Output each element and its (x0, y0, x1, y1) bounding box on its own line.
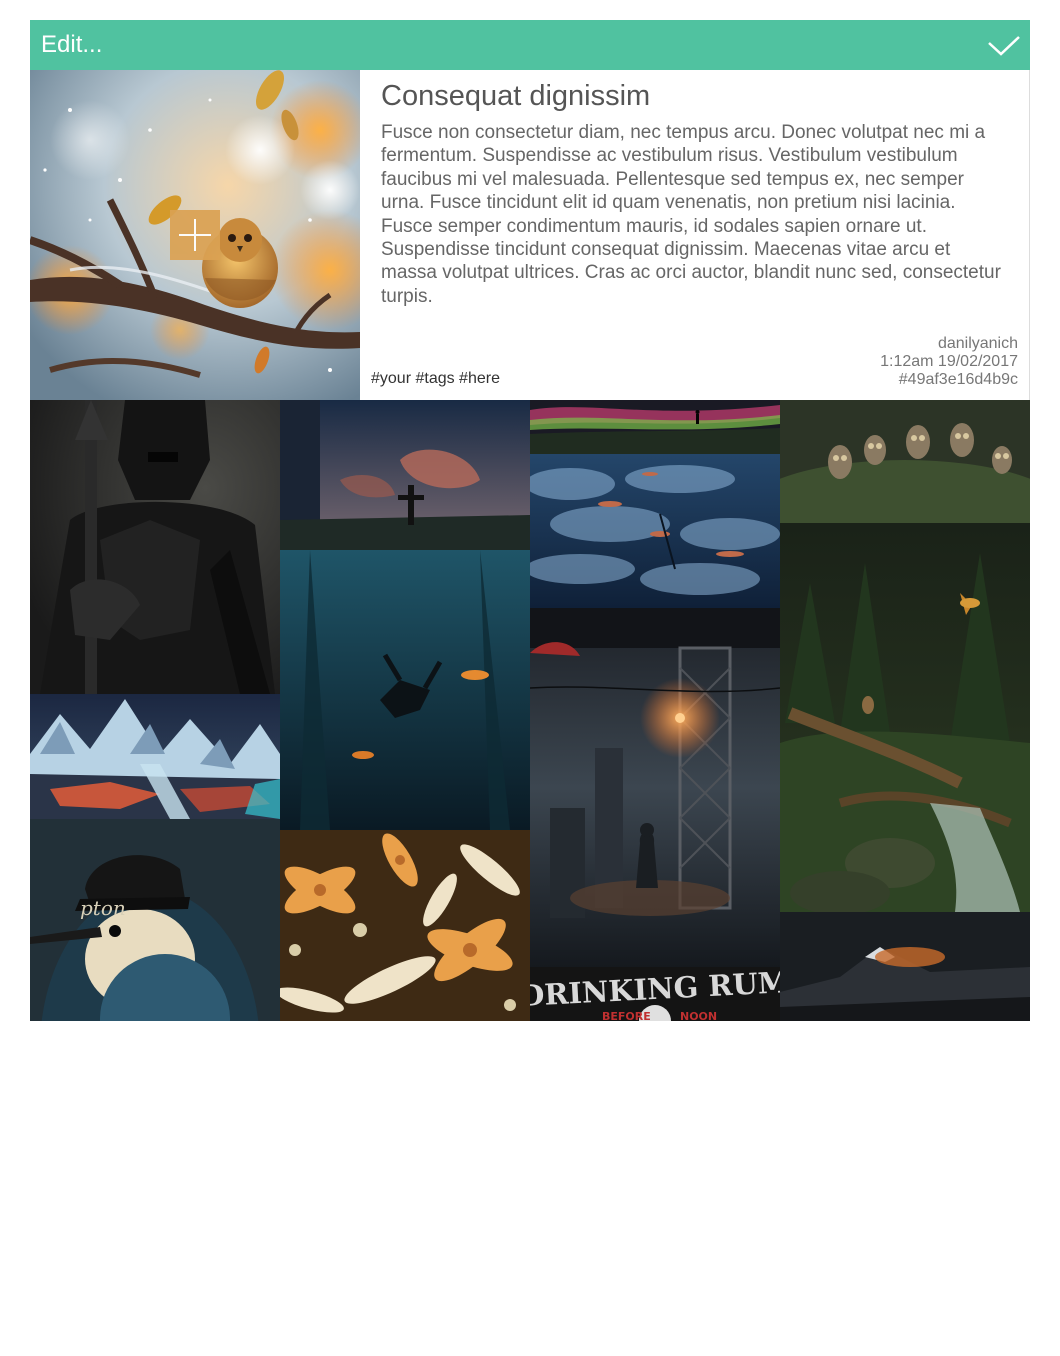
gallery-tile-rainy-city[interactable] (530, 608, 780, 967)
gallery-tile-forest-stream[interactable] (780, 523, 1030, 912)
post-title[interactable]: Consequat dignissim (381, 80, 650, 113)
edit-header: Edit... (30, 20, 1030, 70)
gallery-tile-aurora-horizon[interactable] (530, 400, 780, 454)
cover-image (30, 70, 360, 400)
add-image-button[interactable] (170, 210, 220, 260)
gallery-tile-owls[interactable] (780, 400, 1030, 523)
post-author: danilyanich (937, 335, 1018, 352)
image-gallery: pton DRINKING RUM BEFORE NOON (30, 400, 1030, 1021)
post-description[interactable]: Fusce non consectetur diam, nec tempus a… (381, 121, 1009, 308)
gallery-tile-arctic-lake[interactable] (30, 694, 280, 819)
card-body: Consequat dignissim Fusce non consectetu… (371, 70, 1018, 400)
gallery-tile-cloud-sea[interactable] (530, 454, 780, 608)
post-hash: #49af3e16d4b9c (898, 371, 1018, 388)
gallery-tile-drinking-rum-poster[interactable]: DRINKING RUM BEFORE NOON (530, 967, 780, 1021)
poster-left-text: BEFORE (602, 1010, 651, 1021)
edit-panel: Edit... Consequat dignissim Fusce non co… (30, 20, 1030, 1021)
post-meta: danilyanich 1:12am 19/02/2017 #49af3e16d… (880, 335, 1018, 389)
gallery-tile-bird-with-cap[interactable]: pton (30, 819, 280, 1021)
post-tags[interactable]: #your #tags #here (371, 370, 500, 388)
poster-right-text: NOON (680, 1010, 717, 1021)
gallery-tile-lily-pattern[interactable] (280, 830, 530, 1021)
gallery-tile-underwater-diver[interactable] (280, 400, 530, 830)
plus-icon (179, 219, 211, 251)
cap-text: pton (80, 896, 126, 920)
post-timestamp: 1:12am 19/02/2017 (880, 353, 1018, 370)
checkmark-icon (988, 36, 1020, 56)
gallery-tile-volcano[interactable] (780, 912, 1030, 1021)
post-card: Consequat dignissim Fusce non consectetu… (30, 70, 1030, 400)
header-title: Edit... (41, 31, 103, 58)
confirm-button[interactable] (986, 28, 1022, 62)
gallery-tile-dark-knight[interactable] (30, 400, 280, 694)
